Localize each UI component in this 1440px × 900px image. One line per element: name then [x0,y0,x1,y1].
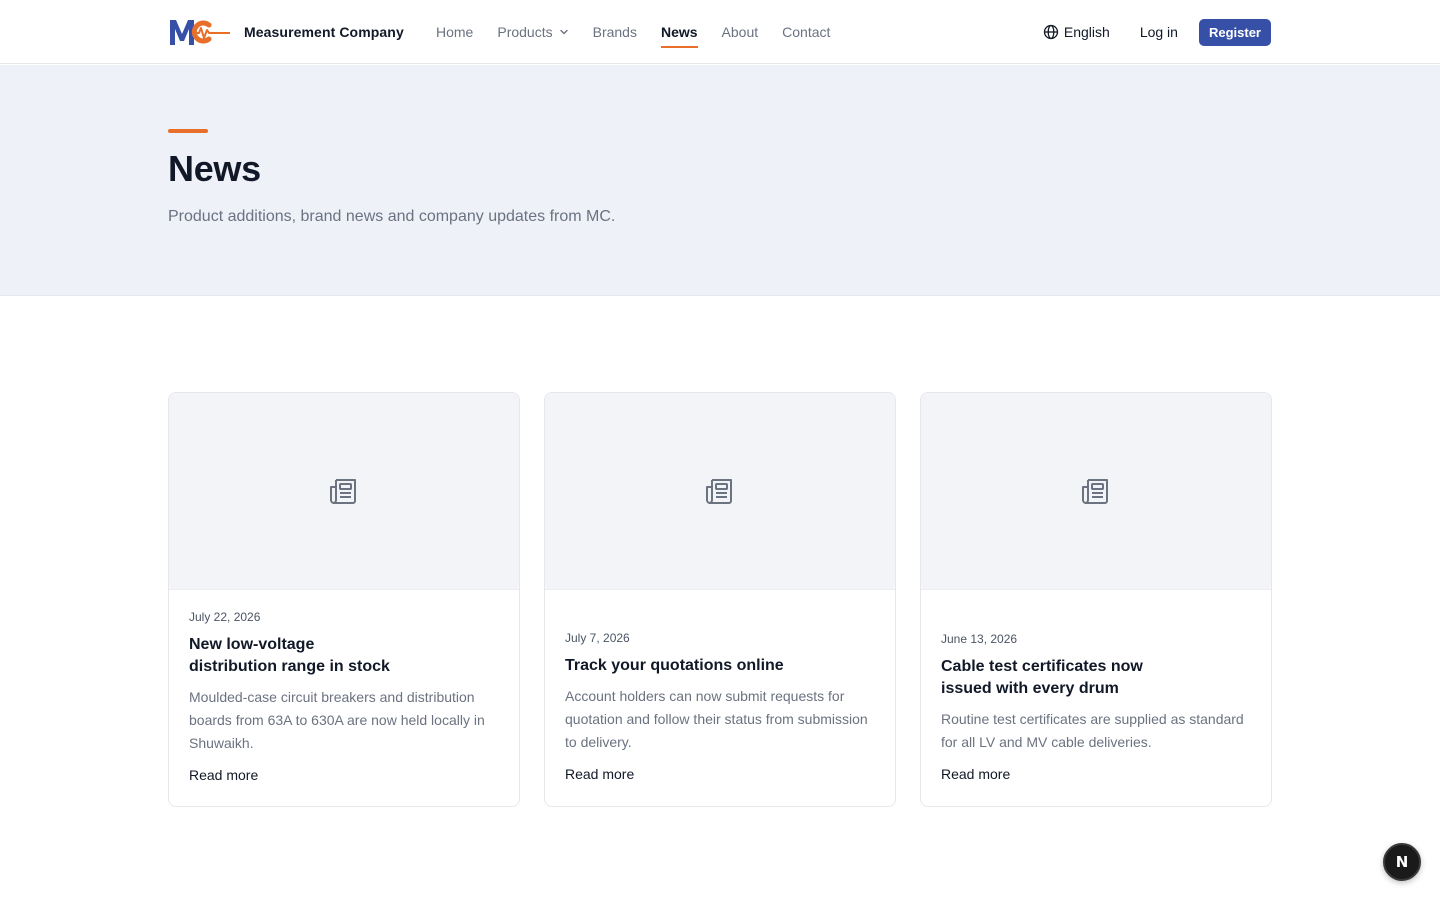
newspaper-icon [1082,479,1108,504]
nav-home[interactable]: Home [436,0,473,64]
news-card[interactable]: July 22, 2026 New low-voltage distributi… [168,392,520,807]
newspaper-icon [706,479,732,504]
main-nav: Home Products Brands News About Contact [436,0,854,64]
card-image-placeholder [545,393,895,590]
page-title: News [168,148,261,189]
card-date: June 13, 2026 [941,632,1018,646]
news-card[interactable]: July 7, 2026 Track your quotations onlin… [544,392,896,807]
card-body: July 22, 2026 New low-voltage distributi… [169,590,519,806]
news-list: July 22, 2026 New low-voltage distributi… [168,392,1272,807]
card-date: July 22, 2026 [189,610,261,624]
read-more-link[interactable]: Read more [565,766,875,782]
mc-logo-icon [170,20,230,45]
card-title-line1: Cable test certificates now [941,658,1143,675]
card-body: June 13, 2026 Cable test certificates no… [921,590,1271,806]
nav-news-label: News [660,24,698,40]
language-label: English [1063,24,1110,40]
card-excerpt: Account holders can now submit requests … [565,688,868,750]
news-card[interactable]: June 13, 2026 Cable test certificates no… [920,392,1272,807]
nav-about-label: About [721,24,759,40]
title-accent-bar [168,129,208,133]
card-title: New low-voltage distribution range in st… [189,634,499,678]
nav-about[interactable]: About [722,0,759,64]
dev-tools-badge[interactable]: N [1383,843,1421,881]
nav-contact-label: Contact [782,24,831,40]
globe-icon [1043,24,1059,40]
card-title-line2: issued with every drum [941,680,1119,697]
card-title: Track your quotations online [565,657,784,674]
card-excerpt: Moulded-case circuit breakers and distri… [189,689,485,751]
card-title: Cable test certificates now issued with … [941,656,1251,700]
card-body: July 7, 2026 Track your quotations onlin… [545,590,895,806]
newspaper-icon [330,479,356,504]
language-selector[interactable]: English [1043,24,1110,40]
read-more-link[interactable]: Read more [189,767,499,783]
logo[interactable]: Measurement Company [168,16,404,48]
header-actions: English Log in Register [1043,0,1271,64]
card-image-placeholder [169,393,519,590]
nav-brands-label: Brands [592,24,637,40]
card-title-line2: distribution range in stock [189,658,390,675]
login-link[interactable]: Log in [1140,24,1178,40]
nav-brands[interactable]: Brands [593,0,637,64]
site-header: Measurement Company Home Products Brands… [0,0,1440,64]
read-more-link[interactable]: Read more [941,766,1251,782]
brand-name: Measurement Company [244,24,404,40]
card-title-line1: New low-voltage [189,636,315,653]
dev-tools-badge-label: N [1395,853,1409,871]
card-image-placeholder [921,393,1271,590]
page-hero: News Product additions, brand news and c… [0,65,1440,296]
nav-products[interactable]: Products [497,0,568,64]
card-excerpt: Routine test certificates are supplied a… [941,711,1244,750]
nav-news[interactable]: News [660,0,698,64]
nav-contact[interactable]: Contact [782,0,830,64]
card-date: July 7, 2026 [565,631,630,645]
register-button[interactable]: Register [1198,18,1271,46]
nav-products-label: Products [497,24,553,40]
page-subtitle: Product additions, brand news and compan… [168,208,616,225]
nav-home-label: Home [436,24,474,40]
chevron-down-icon [559,29,568,35]
